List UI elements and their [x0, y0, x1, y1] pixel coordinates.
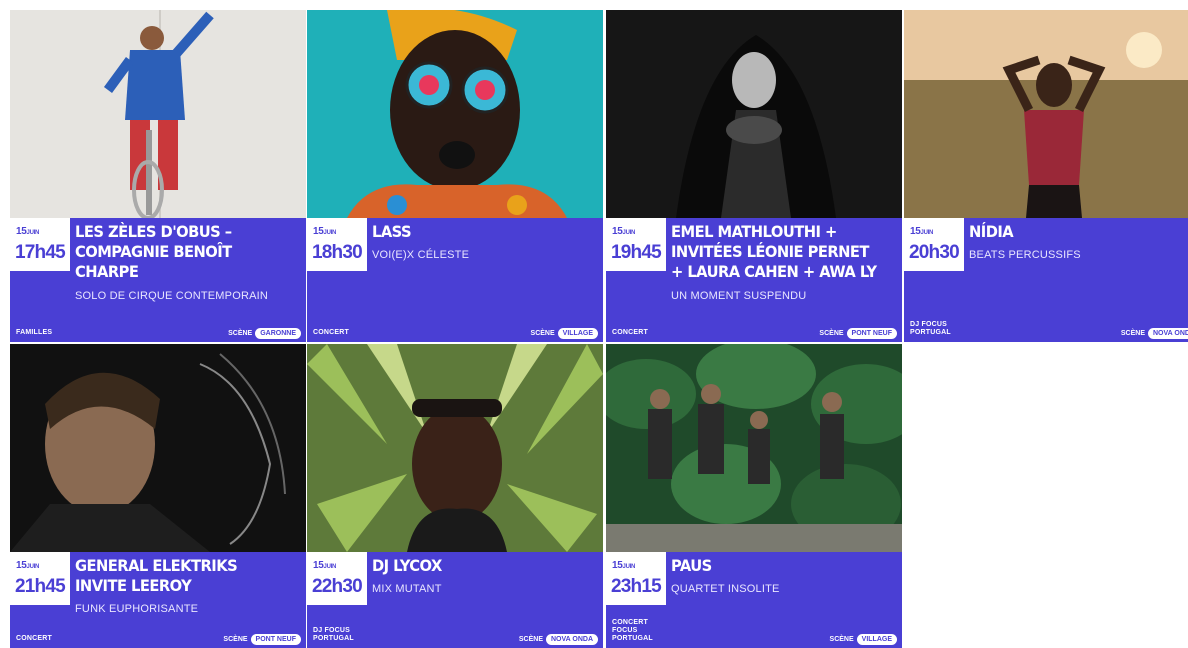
event-subtitle: QUARTET INSOLITE	[671, 583, 780, 595]
scene-pill[interactable]: PONT NEUF	[250, 634, 301, 645]
scene-label: SCÈNE	[819, 330, 844, 337]
event-scene: SCÈNE PONT NEUF	[223, 634, 301, 645]
event-title[interactable]: LASS	[372, 222, 580, 242]
event-month: JUIN	[26, 230, 40, 236]
event-card[interactable]: 15JUIN 18h30 LASS VOI(E)X CÉLESTE CONCER…	[307, 10, 603, 342]
event-category: CONCERT	[612, 329, 649, 336]
event-card[interactable]: 15JUIN 22h30 DJ LYCOX MIX MUTANT DJ FOCU…	[307, 344, 603, 648]
event-info: 15JUIN 17h45 LES ZÈLES D'OBUS – COMPAGNI…	[10, 218, 306, 342]
date-box: 15JUIN 22h30	[307, 552, 367, 605]
scene-label: SCÈNE	[1120, 330, 1145, 337]
event-time: 17h45	[15, 242, 66, 263]
event-month: JUIN	[920, 230, 934, 236]
event-info: 15JUIN 19h45 EMEL MATHLOUTHI + INVITÉES …	[606, 218, 902, 342]
event-scene: SCÈNENOVA ONDA	[1121, 328, 1188, 339]
event-month: JUIN	[323, 564, 337, 570]
event-time: 18h30	[312, 242, 363, 263]
event-time: 21h45	[15, 576, 66, 597]
event-info: 15JUIN 18h30 LASS VOI(E)X CÉLESTE CONCER…	[307, 218, 603, 342]
event-time: 22h30	[312, 576, 363, 597]
event-subtitle: BEATS PERCUSSIFS	[969, 249, 1081, 261]
event-time: 23h15	[611, 576, 662, 597]
event-category: DJ FOCUS PORTUGAL	[313, 627, 354, 642]
event-card[interactable]: 15JUIN 21h45 GENERAL ELEKTRIKS INVITE LE…	[10, 344, 306, 648]
event-subtitle: VOI(E)X CÉLESTE	[372, 249, 470, 261]
event-card[interactable]: 15JUIN 19h45 EMEL MATHLOUTHI + INVITÉES …	[606, 10, 902, 342]
event-card[interactable]: 15JUIN 23h15 PAUS QUARTET INSOLITE CONCE…	[606, 344, 902, 648]
event-day: 15	[16, 560, 27, 571]
date-box: 15JUIN 20h30	[904, 218, 964, 271]
scene-label: SCÈNE	[829, 636, 854, 643]
event-photo	[606, 10, 902, 218]
date-box: 15JUIN 23h15	[606, 552, 666, 605]
event-card[interactable]: 15JUIN 17h45 LES ZÈLES D'OBUS – COMPAGNI…	[10, 10, 306, 342]
event-category: CONCERT FOCUS PORTUGAL	[612, 619, 653, 642]
event-title[interactable]: DJ LYCOX	[372, 556, 580, 576]
event-scene: SCÈNE VILLAGE	[830, 634, 897, 645]
scene-label: SCÈNE	[530, 330, 555, 337]
event-title[interactable]: NÍDIA	[969, 222, 1177, 242]
event-category: CONCERT	[313, 329, 350, 336]
date-box: 15JUIN 21h45	[10, 552, 70, 605]
event-card[interactable]: 15JUIN 20h30 NÍDIA BEATS PERCUSSIFS DJ F…	[904, 10, 1188, 342]
scene-label: SCÈNE	[223, 636, 248, 643]
event-time: 20h30	[909, 242, 960, 263]
scene-pill[interactable]: NOVA ONDA	[1148, 328, 1188, 339]
event-scene: SCÈNENOVA ONDA	[519, 634, 598, 645]
event-title[interactable]: PAUS	[671, 556, 879, 576]
date-box: 15JUIN 19h45	[606, 218, 666, 271]
event-month: JUIN	[323, 230, 337, 236]
event-scene: SCÈNE VILLAGE	[531, 328, 598, 339]
event-day: 15	[910, 226, 921, 237]
event-photo	[10, 344, 306, 552]
event-day: 15	[612, 226, 623, 237]
scene-pill[interactable]: VILLAGE	[856, 634, 897, 645]
event-photo	[307, 344, 603, 552]
event-photo	[307, 10, 603, 218]
event-photo	[606, 344, 902, 552]
event-info: 15JUIN 21h45 GENERAL ELEKTRIKS INVITE LE…	[10, 552, 306, 648]
scene-pill[interactable]: GARONNE	[255, 328, 301, 339]
event-subtitle: MIX MUTANT	[372, 583, 442, 595]
event-month: JUIN	[622, 230, 636, 236]
event-subtitle: UN MOMENT SUSPENDU	[671, 290, 807, 302]
event-subtitle: FUNK EUPHORISANTE	[75, 603, 199, 615]
event-category: FAMILLES	[16, 329, 53, 336]
scene-label: SCÈNE	[518, 636, 543, 643]
scene-pill[interactable]: PONT NEUF	[846, 328, 897, 339]
event-scene: SCÈNE GARONNE	[228, 328, 301, 339]
event-category: DJ FOCUS PORTUGAL	[910, 321, 951, 336]
event-category: CONCERT	[16, 635, 53, 642]
event-info: 15JUIN 23h15 PAUS QUARTET INSOLITE CONCE…	[606, 552, 902, 648]
event-photo	[10, 10, 306, 218]
event-day: 15	[313, 226, 324, 237]
event-info: 15JUIN 22h30 DJ LYCOX MIX MUTANT DJ FOCU…	[307, 552, 603, 648]
scene-pill[interactable]: VILLAGE	[557, 328, 598, 339]
event-subtitle: SOLO DE CIRQUE CONTEMPORAIN	[75, 290, 269, 302]
event-day: 15	[612, 560, 623, 571]
event-day: 15	[16, 226, 27, 237]
event-info: 15JUIN 20h30 NÍDIA BEATS PERCUSSIFS DJ F…	[904, 218, 1188, 342]
event-month: JUIN	[622, 564, 636, 570]
event-photo	[904, 10, 1188, 218]
event-time: 19h45	[611, 242, 662, 263]
event-scene: SCÈNE PONT NEUF	[819, 328, 897, 339]
scene-label: SCÈNE	[228, 330, 253, 337]
event-title[interactable]: EMEL MATHLOUTHI + INVITÉES LÉONIE PERNET…	[671, 222, 879, 282]
scene-pill[interactable]: NOVA ONDA	[546, 634, 598, 645]
date-box: 15JUIN 17h45	[10, 218, 70, 271]
event-title[interactable]: LES ZÈLES D'OBUS – COMPAGNIE BENOÎT CHAR…	[75, 222, 283, 282]
event-month: JUIN	[26, 564, 40, 570]
event-day: 15	[313, 560, 324, 571]
event-title[interactable]: GENERAL ELEKTRIKS INVITE LEEROY	[75, 556, 283, 596]
date-box: 15JUIN 18h30	[307, 218, 367, 271]
